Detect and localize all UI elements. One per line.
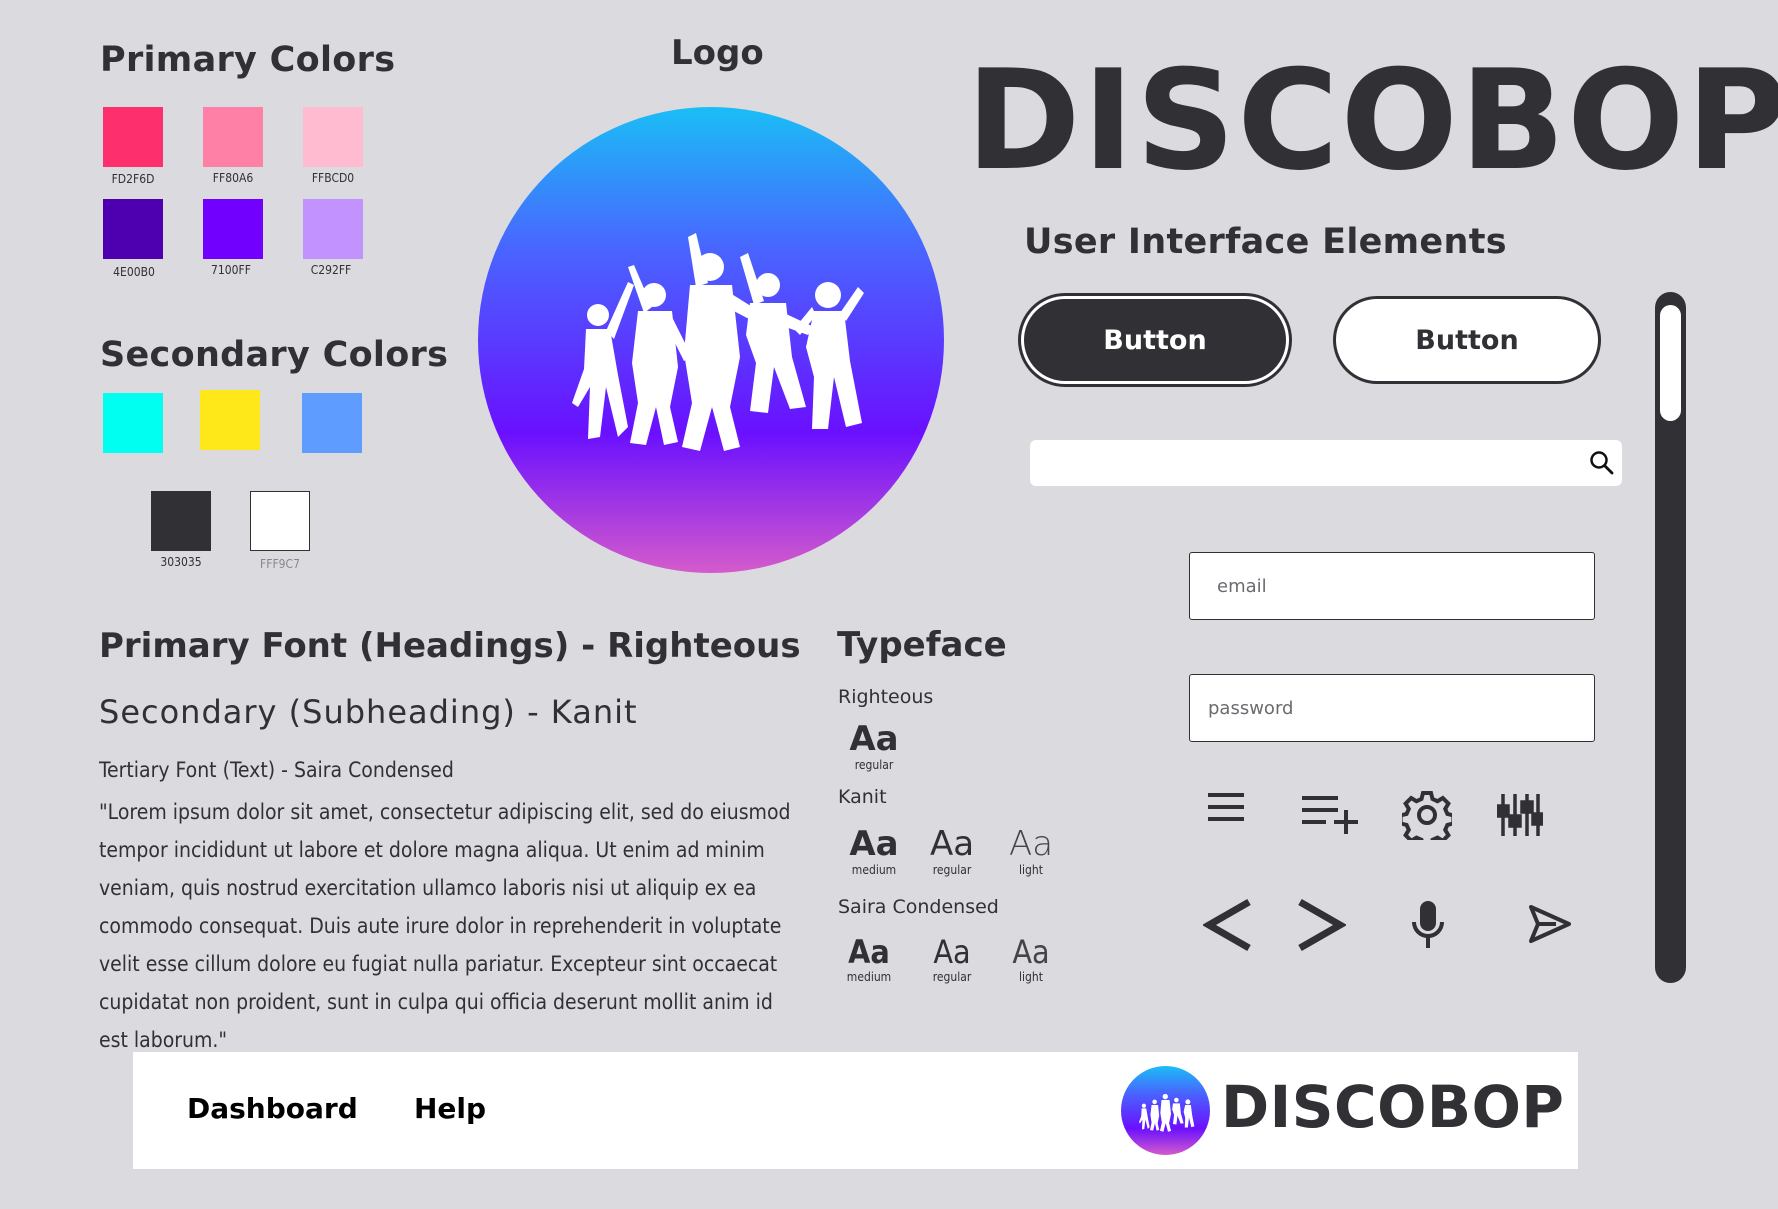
typeface-sample: Aa light (1003, 936, 1059, 984)
swatch-yellow (200, 390, 260, 450)
ui-elements-heading: User Interface Elements (1024, 222, 1507, 262)
gear-icon[interactable] (1398, 790, 1456, 848)
chevron-left-icon[interactable] (1201, 898, 1253, 956)
primary-button[interactable]: Button (1021, 296, 1289, 384)
primary-font-title: Primary Font (Headings) - Righteous (99, 626, 801, 666)
swatch-ffbcd0 (303, 107, 363, 167)
swatch-label: C292FF (310, 263, 352, 277)
typeface-sample: Aa medium (841, 936, 897, 984)
typeface-weight: medium (846, 970, 892, 984)
swatch-label: FFBCD0 (311, 171, 355, 185)
typeface-glyph: Aa (1008, 824, 1054, 864)
equalizer-icon[interactable] (1496, 792, 1544, 842)
swatch-label: FD2F6D (111, 172, 155, 186)
search-icon[interactable] (1589, 450, 1615, 480)
nav-help[interactable]: Help (414, 1092, 486, 1125)
typeface-weight: light (1019, 863, 1043, 877)
logo-heading: Logo (671, 33, 764, 73)
typeface-weight: medium (851, 863, 897, 877)
menu-icon[interactable] (1206, 790, 1246, 828)
swatch-white (250, 491, 310, 551)
microphone-icon[interactable] (1410, 900, 1446, 954)
send-icon[interactable] (1528, 904, 1572, 948)
nav-dashboard[interactable]: Dashboard (187, 1092, 358, 1125)
typeface-weight: regular (932, 863, 972, 877)
swatch-label: 303035 (160, 555, 202, 569)
swatch-c292ff (303, 199, 363, 259)
password-field[interactable]: password (1189, 674, 1595, 742)
chevron-right-icon[interactable] (1296, 898, 1348, 956)
typeface-weight: regular (932, 970, 972, 984)
typeface-heading: Typeface (837, 625, 1007, 665)
typeface-glyph: Aa (848, 933, 890, 971)
typeface-weight: regular (854, 758, 894, 772)
typeface-glyph: Aa (849, 824, 899, 864)
typeface-sample: Aa regular (924, 827, 980, 877)
typeface-glyph: Aa (849, 719, 899, 759)
typeface-sample: Aa regular (846, 722, 902, 772)
scrollbar-thumb[interactable] (1660, 305, 1681, 421)
typeface-weight: light (1019, 970, 1043, 984)
typeface-family-name: Kanit (838, 786, 887, 808)
search-input[interactable] (1030, 440, 1622, 486)
typeface-glyph: Aa (933, 933, 971, 971)
tertiary-font-title: Tertiary Font (Text) - Saira Condensed (99, 758, 454, 782)
swatch-7100ff (203, 199, 263, 259)
secondary-colors-heading: Secondary Colors (100, 335, 449, 375)
brand-wordmark: DISCOBOP (966, 40, 1778, 201)
playlist-add-icon[interactable] (1300, 792, 1360, 840)
logo-mark (478, 107, 944, 573)
email-field[interactable]: email (1189, 552, 1595, 620)
footer-logo[interactable] (1121, 1066, 1210, 1155)
swatch-label: 7100FF (211, 263, 251, 277)
typeface-sample: Aa light (1003, 827, 1059, 877)
swatch-fd2f6d (103, 107, 163, 167)
typeface-glyph: Aa (1012, 933, 1050, 971)
swatch-label: 4E00B0 (113, 265, 155, 279)
typeface-family-name: Saira Condensed (838, 896, 999, 918)
swatch-ff80a6 (203, 107, 263, 167)
swatch-303035 (151, 491, 211, 551)
footer-brand-wordmark: DISCOBOP (1221, 1073, 1565, 1141)
swatch-cyan (103, 393, 163, 453)
dancers-silhouette-icon (1138, 1093, 1195, 1132)
dancers-silhouette-icon (572, 233, 864, 451)
secondary-font-title: Secondary (Subheading) - Kanit (99, 693, 638, 731)
swatch-blue (302, 393, 362, 453)
typeface-sample: Aa regular (924, 936, 980, 984)
typeface-family-name: Righteous (838, 686, 934, 708)
primary-colors-heading: Primary Colors (100, 40, 396, 80)
typeface-glyph: Aa (929, 824, 975, 864)
secondary-button[interactable]: Button (1333, 296, 1601, 384)
swatch-4e00b0 (103, 199, 163, 259)
typeface-sample: Aa medium (846, 827, 902, 877)
lorem-sample-paragraph: "Lorem ipsum dolor sit amet, consectetur… (99, 800, 791, 1052)
swatch-label: FFF9C7 (260, 557, 300, 571)
swatch-label: FF80A6 (212, 171, 254, 185)
